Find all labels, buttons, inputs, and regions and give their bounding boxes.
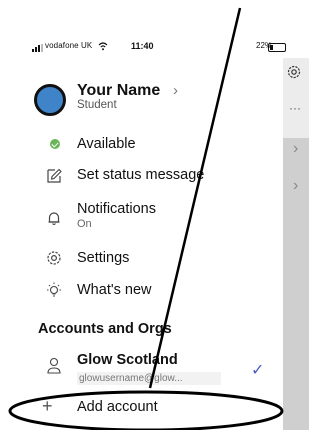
menu-item-label: Settings bbox=[77, 250, 130, 266]
avatar[interactable] bbox=[34, 84, 66, 116]
menu-item-label: Set status message bbox=[77, 167, 205, 183]
plus-icon: + bbox=[42, 396, 53, 416]
menu-item-settings[interactable]: Settings bbox=[0, 247, 283, 271]
menu-item-label: What's new bbox=[77, 282, 152, 298]
more-options-icon[interactable]: ··· bbox=[289, 102, 301, 114]
account-email: glowusername@glow... bbox=[77, 372, 221, 385]
gear-icon[interactable] bbox=[286, 64, 302, 80]
status-bar: vodafone UK 11:40 22% bbox=[0, 0, 309, 58]
clock-time: 11:40 bbox=[131, 41, 154, 51]
menu-item-label: Notifications bbox=[77, 201, 156, 217]
check-circle-icon bbox=[50, 139, 60, 149]
chevron-right-icon[interactable]: › bbox=[173, 82, 178, 99]
menu-item-available[interactable]: Available bbox=[0, 132, 283, 156]
signal-icon bbox=[32, 44, 43, 52]
gear-icon bbox=[47, 251, 61, 265]
bell-icon bbox=[48, 212, 60, 226]
menu-item-set-status[interactable]: Set status message bbox=[0, 164, 283, 188]
menu-item-label: Available bbox=[77, 136, 136, 152]
chevron-right-icon[interactable]: › bbox=[293, 177, 298, 195]
wifi-icon bbox=[98, 42, 108, 51]
teams-mobile-screen: vodafone UK 11:40 22% ··· › › Your Name … bbox=[0, 0, 309, 430]
edit-status-icon bbox=[47, 168, 62, 183]
accounts-section-title: Accounts and Orgs bbox=[38, 321, 172, 337]
notifications-state: On bbox=[77, 218, 92, 230]
add-account-label: Add account bbox=[77, 399, 158, 415]
carrier-label: vodafone UK bbox=[45, 41, 93, 50]
profile-role: Student bbox=[77, 99, 117, 111]
battery-icon bbox=[268, 43, 286, 52]
menu-item-whats-new[interactable]: What's new bbox=[0, 279, 283, 303]
person-icon bbox=[47, 357, 61, 374]
profile-name[interactable]: Your Name bbox=[77, 82, 160, 100]
checkmark-icon: ✓ bbox=[251, 362, 265, 379]
chevron-right-icon[interactable]: › bbox=[293, 140, 298, 158]
menu-item-notifications[interactable]: Notifications On bbox=[0, 198, 283, 234]
lightbulb-icon bbox=[47, 282, 61, 297]
account-name: Glow Scotland bbox=[77, 352, 178, 368]
